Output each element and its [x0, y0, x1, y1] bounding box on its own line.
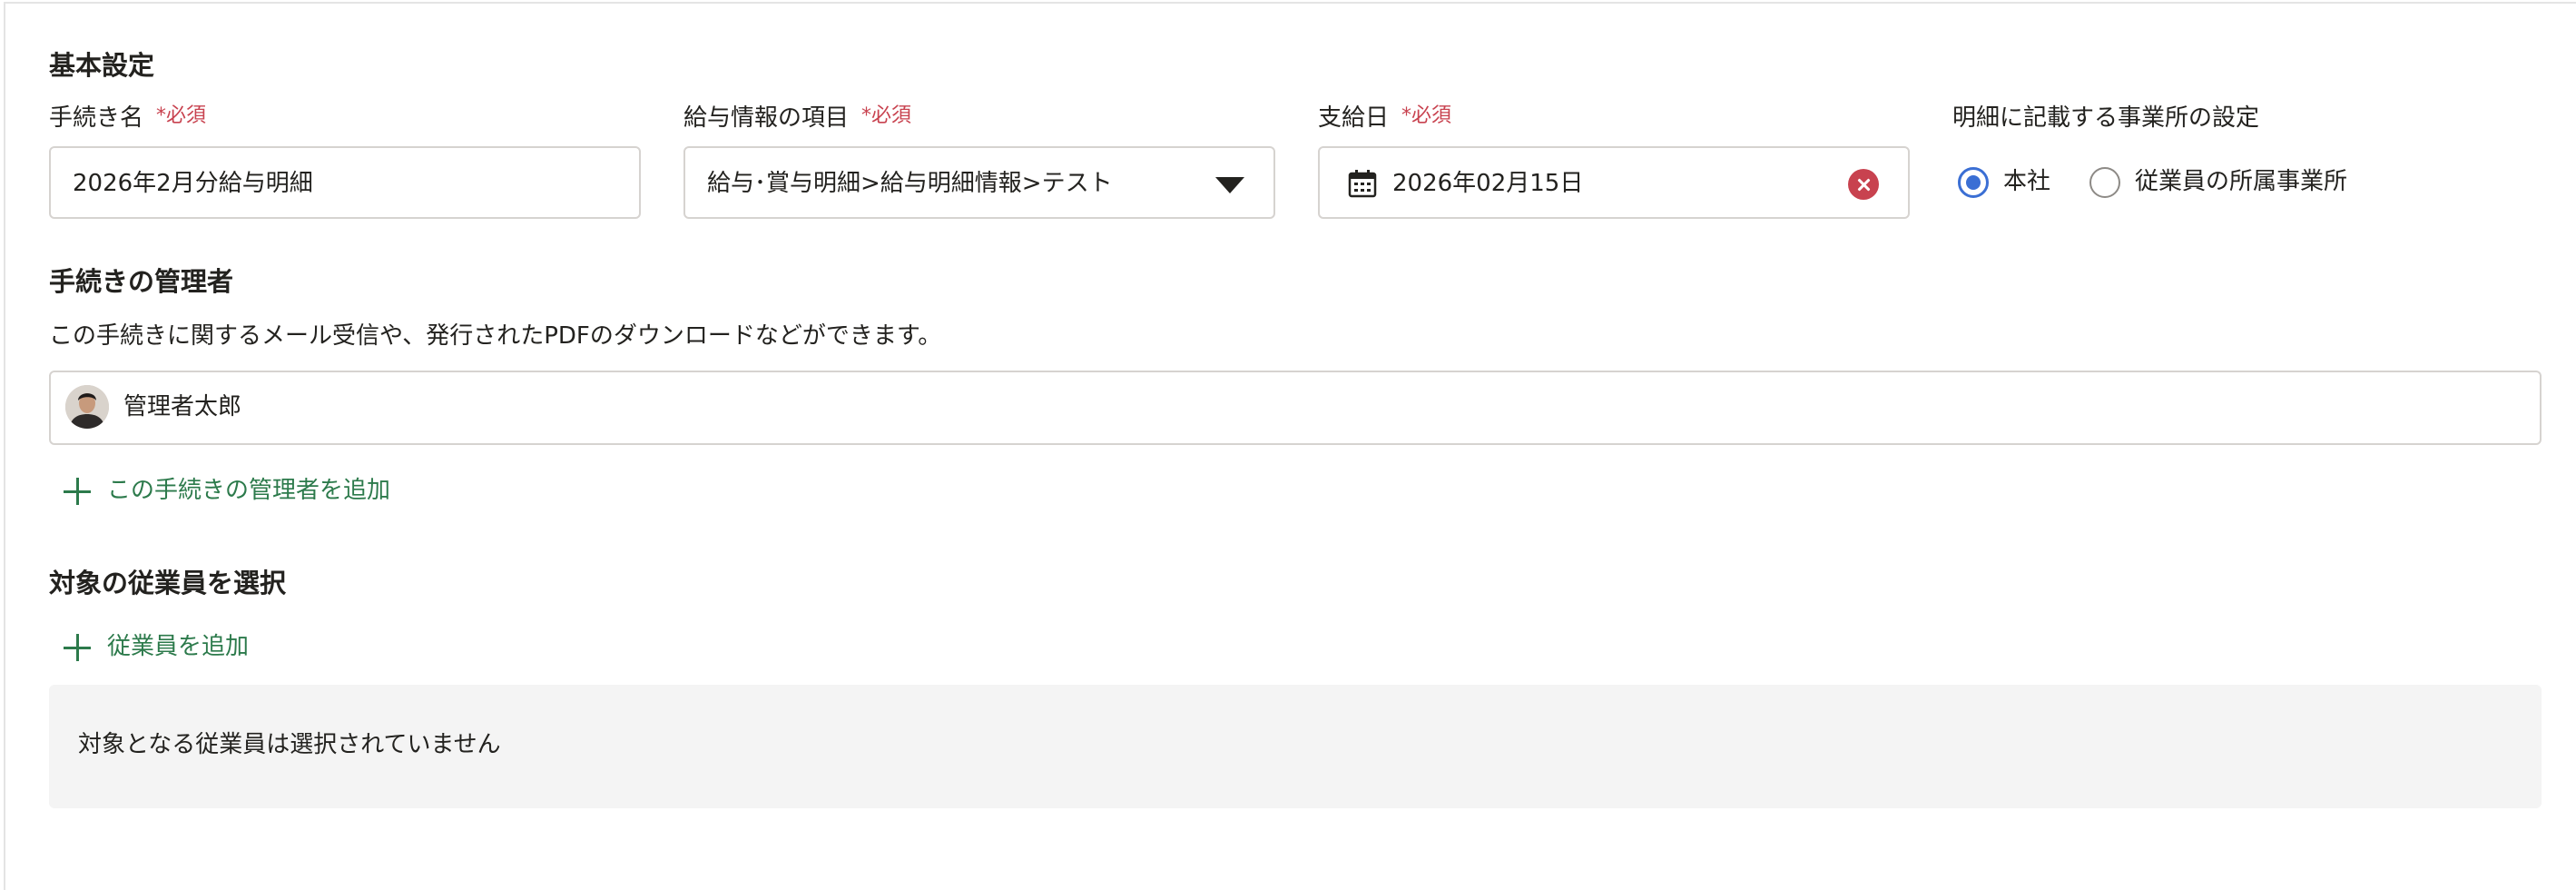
add-employee-link[interactable]: 従業員を追加: [107, 630, 249, 663]
empty-state-text: 対象となる従業員は選択されていません: [78, 731, 501, 758]
procedure-name-value: 2026年2月分給与明細: [73, 170, 313, 197]
procedure-name-label: 手続き名 *必須: [49, 102, 206, 136]
radio-employee-office-label[interactable]: 従業員の所属事業所: [2135, 165, 2347, 198]
radio-head-office[interactable]: [1958, 167, 1989, 198]
avatar: [65, 385, 109, 429]
section-title-basic-settings: 基本設定: [49, 50, 155, 81]
salary-item-value: 給与･賞与明細>給与明細情報>テスト: [707, 170, 1113, 197]
payment-date-input[interactable]: 2026年02月15日: [1318, 146, 1910, 219]
salary-item-label-text: 給与情報の項目: [683, 104, 850, 132]
employee-empty-state: 対象となる従業員は選択されていません: [49, 685, 2542, 808]
payment-date-value: 2026年02月15日: [1392, 170, 1584, 197]
add-admin-link[interactable]: この手続きの管理者を追加: [107, 474, 390, 507]
admin-name: 管理者太郎: [123, 393, 242, 420]
radio-employee-office[interactable]: [2089, 167, 2120, 198]
payment-date-label: 支給日 *必須: [1318, 102, 1451, 136]
caret-down-icon: [1215, 177, 1244, 193]
procedure-name-label-text: 手続き名: [49, 104, 144, 132]
required-mark: *必須: [1401, 104, 1452, 127]
office-setting-label: 明細に記載する事業所の設定: [1952, 104, 2260, 132]
admins-description: この手続きに関するメール受信や、発行されたPDFのダウンロードなどができます。: [49, 322, 942, 350]
person-photo-icon: [65, 385, 109, 429]
calendar-icon: [1348, 170, 1377, 198]
required-mark: *必須: [861, 104, 912, 127]
salary-item-label: 給与情報の項目 *必須: [683, 102, 911, 136]
plus-icon[interactable]: [64, 634, 91, 661]
payment-date-label-text: 支給日: [1318, 104, 1390, 132]
procedure-name-input[interactable]: 2026年2月分給与明細: [49, 146, 641, 219]
salary-item-select[interactable]: 給与･賞与明細>給与明細情報>テスト: [683, 146, 1275, 219]
section-title-admins: 手続きの管理者: [49, 266, 234, 297]
section-title-employees: 対象の従業員を選択: [49, 568, 287, 598]
plus-icon[interactable]: [64, 478, 91, 505]
clear-icon[interactable]: [1848, 169, 1879, 200]
radio-head-office-label[interactable]: 本社: [2003, 165, 2050, 198]
required-mark: *必須: [156, 104, 207, 127]
admin-list-item: 管理者太郎: [49, 371, 2542, 445]
